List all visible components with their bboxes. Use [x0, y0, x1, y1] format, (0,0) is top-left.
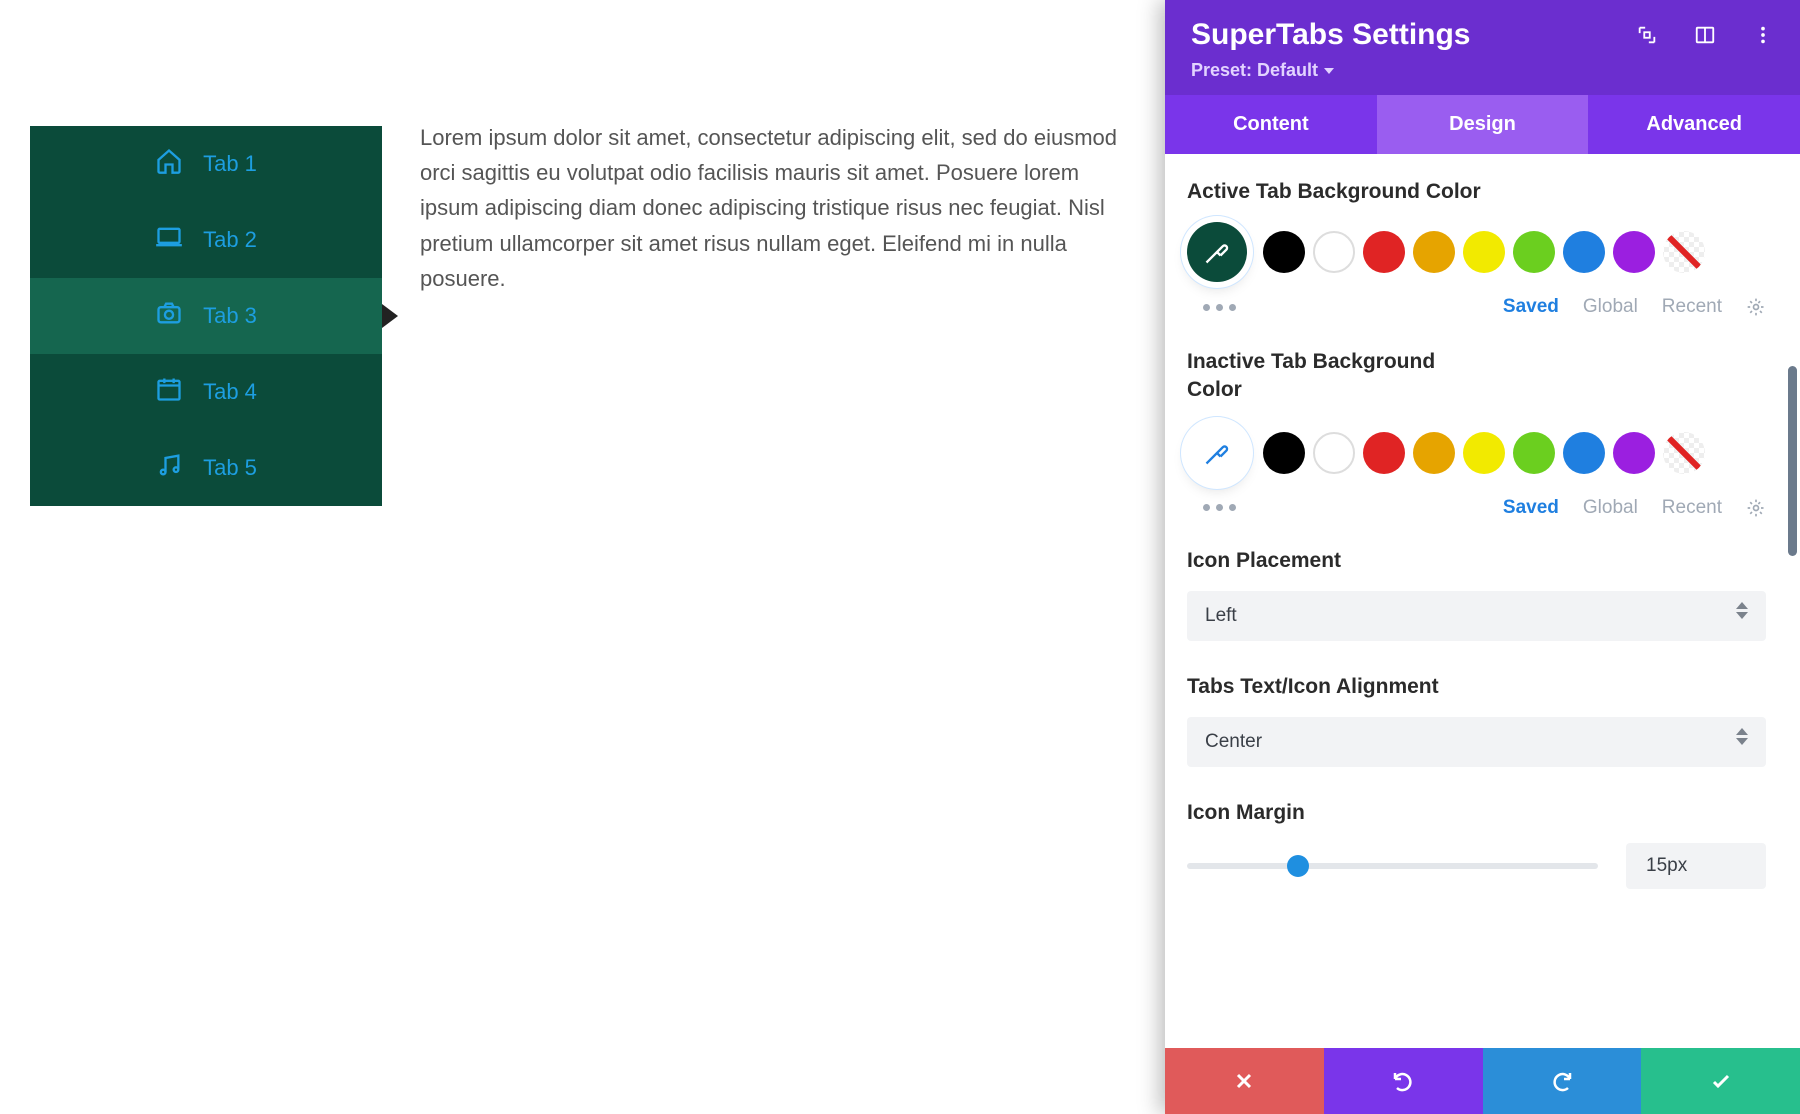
icon-placement-select[interactable]: Left — [1187, 591, 1766, 641]
swatch-yellow[interactable] — [1463, 231, 1505, 273]
panel-tabs: Content Design Advanced — [1165, 95, 1800, 154]
gear-icon[interactable] — [1746, 297, 1766, 317]
palette-saved[interactable]: Saved — [1503, 497, 1559, 519]
text-align-label: Tabs Text/Icon Alignment — [1187, 675, 1766, 699]
chevrons-icon — [1736, 738, 1748, 745]
tab-design-settings[interactable]: Design — [1377, 95, 1589, 154]
settings-panel: SuperTabs Settings Preset: Default Conte… — [1165, 0, 1800, 1114]
calendar-icon — [155, 375, 183, 409]
preset-selector[interactable]: Preset: Default — [1191, 60, 1334, 81]
kebab-icon[interactable] — [1752, 24, 1774, 46]
swatch-red[interactable] — [1363, 432, 1405, 474]
panel-footer — [1165, 1048, 1800, 1114]
swatch-black[interactable] — [1263, 432, 1305, 474]
color-picker-button[interactable] — [1187, 222, 1247, 282]
icon-margin-label: Icon Margin — [1187, 801, 1766, 825]
chevrons-icon — [1736, 612, 1748, 619]
swatch-white[interactable] — [1313, 432, 1355, 474]
inactive-bg-swatches — [1187, 423, 1766, 483]
active-bg-swatches — [1187, 222, 1766, 282]
select-value: Center — [1205, 731, 1262, 753]
icon-placement-label: Icon Placement — [1187, 549, 1766, 573]
columns-icon[interactable] — [1694, 24, 1716, 46]
panel-body: Active Tab Background Color Saved Global… — [1165, 154, 1800, 1048]
swatch-green[interactable] — [1513, 432, 1555, 474]
tab-item-1[interactable]: Tab 1 — [30, 126, 382, 202]
palette-saved[interactable]: Saved — [1503, 296, 1559, 318]
save-button[interactable] — [1641, 1048, 1800, 1114]
icon-margin-slider[interactable] — [1187, 863, 1598, 869]
camera-icon — [155, 299, 183, 333]
swatch-blue[interactable] — [1563, 432, 1605, 474]
music-icon — [155, 451, 183, 485]
panel-title: SuperTabs Settings — [1191, 18, 1471, 52]
redo-button[interactable] — [1483, 1048, 1642, 1114]
laptop-icon — [155, 223, 183, 257]
gear-icon[interactable] — [1746, 498, 1766, 518]
swatch-purple[interactable] — [1613, 231, 1655, 273]
palette-recent[interactable]: Recent — [1662, 497, 1722, 519]
tab-label: Tab 3 — [203, 303, 257, 329]
active-bg-label: Active Tab Background Color — [1187, 180, 1766, 204]
palette-global[interactable]: Global — [1583, 296, 1638, 318]
icon-margin-value[interactable]: 15px — [1626, 843, 1766, 889]
swatch-none[interactable] — [1663, 432, 1705, 474]
inactive-bg-label: Inactive Tab Background Color — [1187, 348, 1487, 405]
tab-item-4[interactable]: Tab 4 — [30, 354, 382, 430]
demo-text: Lorem ipsum dolor sit amet, consectetur … — [420, 120, 1120, 296]
tab-label: Tab 5 — [203, 455, 257, 481]
preset-label: Preset: Default — [1191, 60, 1318, 81]
swatch-green[interactable] — [1513, 231, 1555, 273]
cancel-button[interactable] — [1165, 1048, 1324, 1114]
tabs-demo: Tab 1 Tab 2 Tab 3 Tab 4 — [30, 126, 1120, 506]
tab-advanced-settings[interactable]: Advanced — [1588, 95, 1800, 154]
swatch-blue[interactable] — [1563, 231, 1605, 273]
tab-rail: Tab 1 Tab 2 Tab 3 Tab 4 — [30, 126, 382, 506]
more-dots-icon[interactable] — [1203, 304, 1236, 311]
swatch-white[interactable] — [1313, 231, 1355, 273]
panel-header: SuperTabs Settings Preset: Default — [1165, 0, 1800, 95]
caret-down-icon — [1324, 68, 1334, 74]
swatch-none[interactable] — [1663, 231, 1705, 273]
swatch-red[interactable] — [1363, 231, 1405, 273]
scrollbar-thumb[interactable] — [1788, 366, 1797, 556]
more-dots-icon[interactable] — [1203, 504, 1236, 511]
tab-item-5[interactable]: Tab 5 — [30, 430, 382, 506]
tab-content-settings[interactable]: Content — [1165, 95, 1377, 154]
tab-label: Tab 4 — [203, 379, 257, 405]
slider-thumb[interactable] — [1287, 855, 1309, 877]
undo-button[interactable] — [1324, 1048, 1483, 1114]
color-picker-button[interactable] — [1187, 423, 1247, 483]
home-icon — [155, 147, 183, 181]
swatch-orange[interactable] — [1413, 231, 1455, 273]
text-align-select[interactable]: Center — [1187, 717, 1766, 767]
select-value: Left — [1205, 605, 1237, 627]
swatch-yellow[interactable] — [1463, 432, 1505, 474]
expand-icon[interactable] — [1636, 24, 1658, 46]
palette-global[interactable]: Global — [1583, 497, 1638, 519]
tab-label: Tab 1 — [203, 151, 257, 177]
swatch-orange[interactable] — [1413, 432, 1455, 474]
tab-item-3[interactable]: Tab 3 — [30, 278, 382, 354]
swatch-black[interactable] — [1263, 231, 1305, 273]
tab-label: Tab 2 — [203, 227, 257, 253]
palette-recent[interactable]: Recent — [1662, 296, 1722, 318]
swatch-purple[interactable] — [1613, 432, 1655, 474]
tab-content: Lorem ipsum dolor sit amet, consectetur … — [382, 126, 1120, 296]
preview-area: Tab 1 Tab 2 Tab 3 Tab 4 — [30, 126, 1120, 506]
tab-item-2[interactable]: Tab 2 — [30, 202, 382, 278]
